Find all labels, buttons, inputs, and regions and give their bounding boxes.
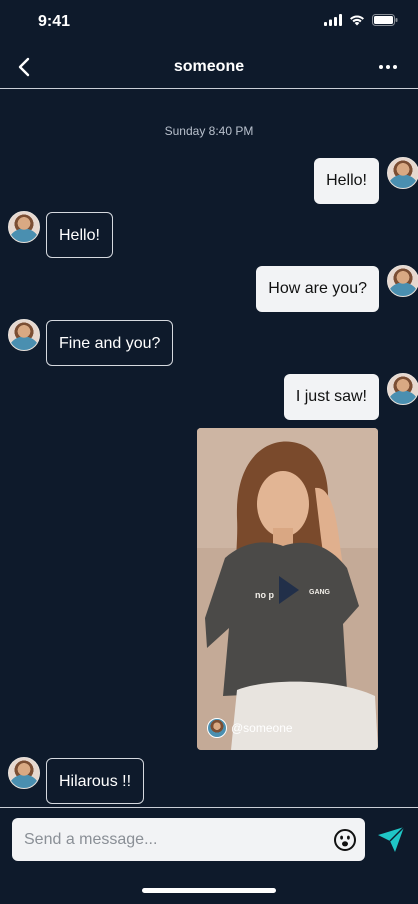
contact-name: someone xyxy=(173,58,245,75)
message-bubble-incoming[interactable]: Hilarous !! xyxy=(46,758,145,804)
more-dot xyxy=(393,65,397,69)
shared-video-card[interactable]: no p GANG @someone xyxy=(197,428,378,750)
avatar-contact[interactable] xyxy=(8,757,40,789)
message-bubble-incoming[interactable]: Hello! xyxy=(46,212,113,258)
video-handle: @someone xyxy=(231,721,293,735)
message-bubble-outgoing[interactable]: How are you? xyxy=(256,266,379,312)
caption-avatar xyxy=(207,718,227,738)
wifi-icon xyxy=(350,15,364,26)
home-indicator xyxy=(142,888,276,893)
video-thumbnail: no p GANG xyxy=(197,428,378,750)
avatar-me[interactable] xyxy=(387,157,418,189)
message-bubble-incoming[interactable]: Fine and you? xyxy=(46,320,174,366)
status-time: 9:41 xyxy=(38,13,71,30)
message-input-container xyxy=(12,818,365,861)
message-input[interactable] xyxy=(24,818,324,861)
more-dots-icon xyxy=(379,65,383,69)
conversation-timestamp: Sunday 8:40 PM xyxy=(164,124,254,138)
more-options-button[interactable] xyxy=(374,56,402,78)
battery-icon xyxy=(372,14,398,26)
avatar-me[interactable] xyxy=(387,265,418,297)
video-caption: @someone xyxy=(207,718,293,738)
message-bubble-outgoing[interactable]: Hello! xyxy=(314,158,379,204)
svg-text:GANG: GANG xyxy=(309,589,331,596)
avatar-contact[interactable] xyxy=(8,211,40,243)
message-bubble-outgoing[interactable]: I just saw! xyxy=(283,374,379,420)
signal-icon xyxy=(324,14,342,26)
status-bar: 9:41 xyxy=(0,0,418,46)
status-icons xyxy=(324,14,398,26)
more-dot xyxy=(386,65,390,69)
svg-text:no p: no p xyxy=(255,590,274,600)
emoji-icon[interactable] xyxy=(333,828,357,852)
chat-header: someone xyxy=(0,46,418,89)
avatar-contact[interactable] xyxy=(8,319,40,351)
send-icon[interactable] xyxy=(376,825,406,855)
avatar-me[interactable] xyxy=(387,373,418,405)
